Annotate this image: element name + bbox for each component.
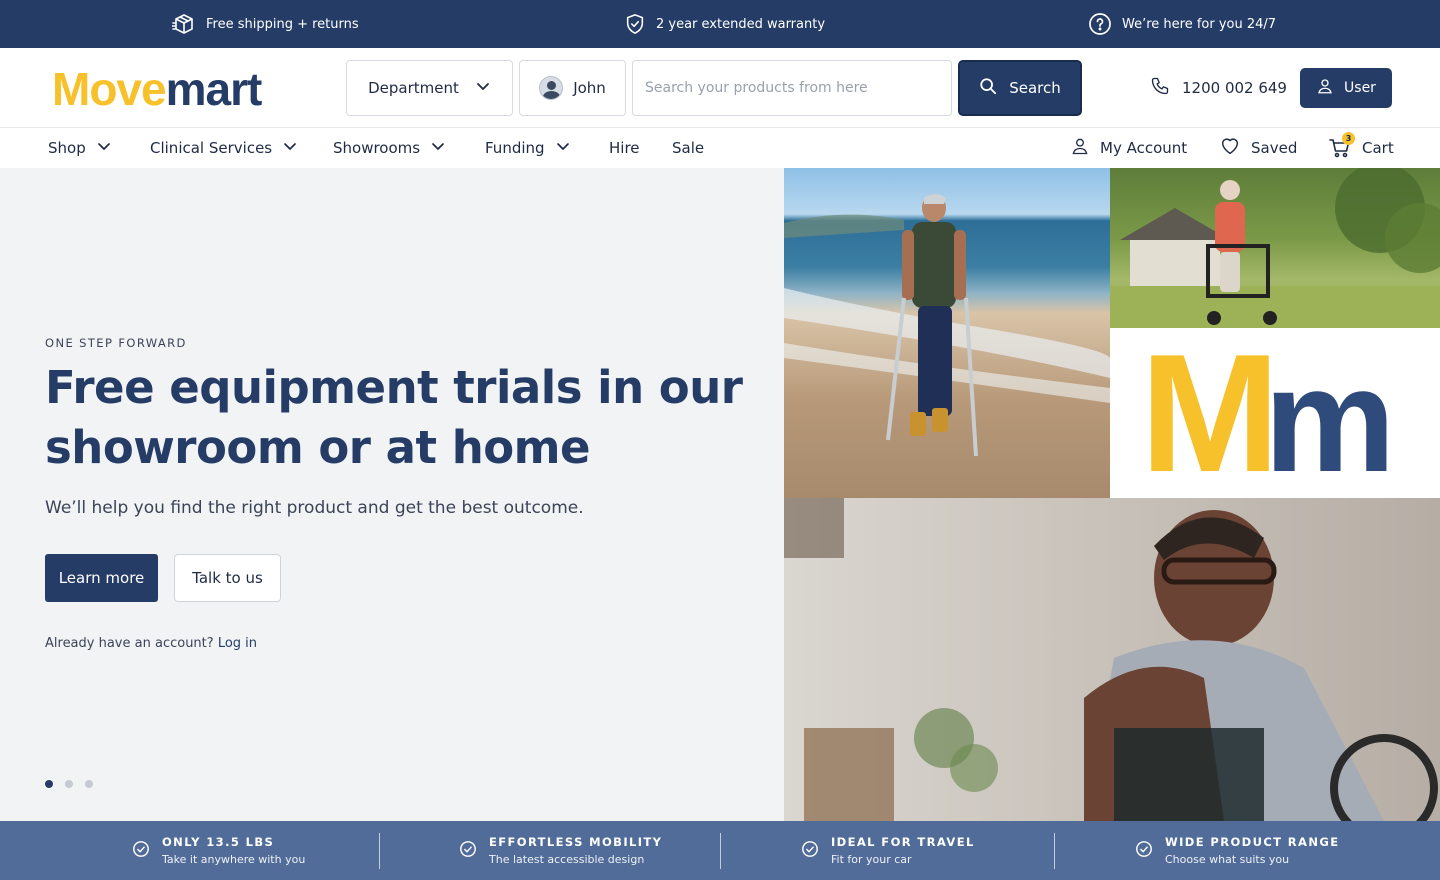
carousel-dots [45, 780, 93, 788]
cart-label: Cart [1362, 139, 1394, 157]
hero-image-collage: M m [784, 168, 1440, 821]
user-icon [1070, 136, 1090, 160]
feature-item: ONLY 13.5 LBS Take it anywhere with you [132, 821, 305, 880]
heart-icon [1219, 135, 1241, 161]
user-button[interactable]: User [1300, 68, 1392, 108]
feature-item: IDEAL FOR TRAVEL Fit for your car [801, 821, 975, 880]
shield-check-icon [624, 13, 646, 35]
phone-number: 1200 002 649 [1182, 79, 1287, 97]
cart-link[interactable]: 3 Cart [1328, 128, 1394, 168]
saved-link[interactable]: Saved [1219, 128, 1297, 168]
saved-label: Saved [1251, 139, 1298, 157]
nav-item-showrooms[interactable]: Showrooms [333, 128, 446, 168]
feature-title: WIDE PRODUCT RANGE [1165, 835, 1340, 849]
logo-text-mart: mart [165, 63, 263, 115]
login-prompt-text: Already have an account? [45, 636, 214, 651]
support-notice: We’re here for you 24/7 [1088, 12, 1276, 36]
chevron-down-icon [282, 138, 298, 158]
talk-to-us-button[interactable]: Talk to us [174, 554, 281, 602]
user-chip[interactable]: John [519, 60, 626, 116]
nav-item-label: Clinical Services [150, 139, 273, 157]
check-circle-icon [801, 840, 819, 862]
login-link[interactable]: Log in [218, 636, 257, 651]
chevron-down-icon [96, 138, 112, 158]
beach-walker-photo [784, 168, 1110, 498]
feature-subtitle: Take it anywhere with you [162, 853, 306, 866]
feature-divider [1054, 833, 1055, 869]
phone-contact[interactable]: 1200 002 649 [1150, 76, 1287, 100]
user-chip-name: John [573, 79, 606, 97]
nav-item-funding[interactable]: Funding [485, 128, 571, 168]
carousel-dot-3[interactable] [85, 780, 93, 788]
search-button[interactable]: Search [958, 60, 1082, 116]
search-icon [979, 77, 997, 99]
nav-item-label: Hire [609, 139, 640, 157]
shipping-text: Free shipping + returns [206, 16, 359, 32]
my-account-label: My Account [1100, 139, 1188, 157]
monogram-letter-m-lower: m [1264, 343, 1396, 483]
help-circle-icon [1088, 12, 1112, 36]
chevron-down-icon [555, 138, 571, 158]
search-input[interactable] [632, 60, 952, 116]
department-dropdown[interactable]: Department [346, 60, 513, 116]
logo-text-move: Move [52, 63, 167, 115]
department-label: Department [368, 79, 459, 97]
user-icon [1316, 77, 1334, 99]
nav-item-label: Shop [48, 139, 86, 157]
feature-subtitle: Fit for your car [831, 853, 912, 866]
package-icon [172, 12, 196, 36]
chevron-down-icon [475, 78, 491, 98]
check-circle-icon [132, 840, 150, 862]
phone-icon [1150, 76, 1170, 100]
movemart-logo[interactable]: Movemart [52, 63, 263, 115]
warranty-text: 2 year extended warranty [656, 16, 826, 32]
search-button-label: Search [1009, 79, 1061, 97]
garden-walker-photo [1110, 168, 1440, 328]
announcement-bar: Free shipping + returns 2 year extended … [0, 0, 1440, 48]
feature-title: IDEAL FOR TRAVEL [831, 835, 975, 849]
avatar [539, 76, 564, 100]
nav-item-shop[interactable]: Shop [48, 128, 112, 168]
monogram-letter-m-upper: M [1140, 343, 1280, 483]
support-text: We’re here for you 24/7 [1122, 16, 1277, 32]
hero-eyebrow: ONE STEP FORWARD [45, 336, 187, 350]
check-circle-icon [459, 840, 477, 862]
check-circle-icon [1135, 840, 1153, 862]
cart-icon: 3 [1328, 132, 1355, 160]
site-header: Movemart Department John Search 1200 002… [0, 48, 1440, 128]
learn-more-button[interactable]: Learn more [45, 554, 158, 602]
login-prompt: Already have an account? Log in [45, 636, 257, 651]
feature-divider [379, 833, 380, 869]
feature-item: EFFORTLESS MOBILITY The latest accessibl… [459, 821, 662, 880]
brand-monogram-tile: M m [1110, 328, 1440, 498]
feature-subtitle: Choose what suits you [1165, 853, 1290, 866]
carousel-dot-2[interactable] [65, 780, 73, 788]
user-button-label: User [1344, 80, 1376, 96]
feature-title: EFFORTLESS MOBILITY [489, 835, 663, 849]
nav-item-clinical-services[interactable]: Clinical Services [150, 128, 298, 168]
nav-item-hire[interactable]: Hire [609, 128, 640, 168]
hero-section: ONE STEP FORWARD Free equipment trials i… [0, 168, 784, 821]
feature-title: ONLY 13.5 LBS [162, 835, 275, 849]
wheelchair-user-photo [784, 498, 1440, 821]
shipping-notice: Free shipping + returns [172, 12, 359, 36]
warranty-notice: 2 year extended warranty [624, 12, 825, 36]
nav-item-label: Funding [485, 139, 545, 157]
features-bar: ONLY 13.5 LBS Take it anywhere with you … [0, 821, 1440, 880]
hero-headline: Free equipment trials in our showroom or… [45, 361, 743, 474]
carousel-dot-1[interactable] [45, 780, 53, 788]
chevron-down-icon [430, 138, 446, 158]
my-account-link[interactable]: My Account [1070, 128, 1187, 168]
nav-item-sale[interactable]: Sale [672, 128, 704, 168]
nav-item-label: Showrooms [333, 139, 421, 157]
hero-subtext: We’ll help you find the right product an… [45, 498, 584, 518]
cart-count-badge: 3 [1342, 132, 1355, 145]
feature-subtitle: The latest accessible design [489, 853, 645, 866]
feature-item: WIDE PRODUCT RANGE Choose what suits you [1135, 821, 1339, 880]
nav-item-label: Sale [672, 139, 705, 157]
main-nav: Shop Clinical Services Showrooms Funding… [0, 128, 1440, 168]
feature-divider [720, 833, 721, 869]
